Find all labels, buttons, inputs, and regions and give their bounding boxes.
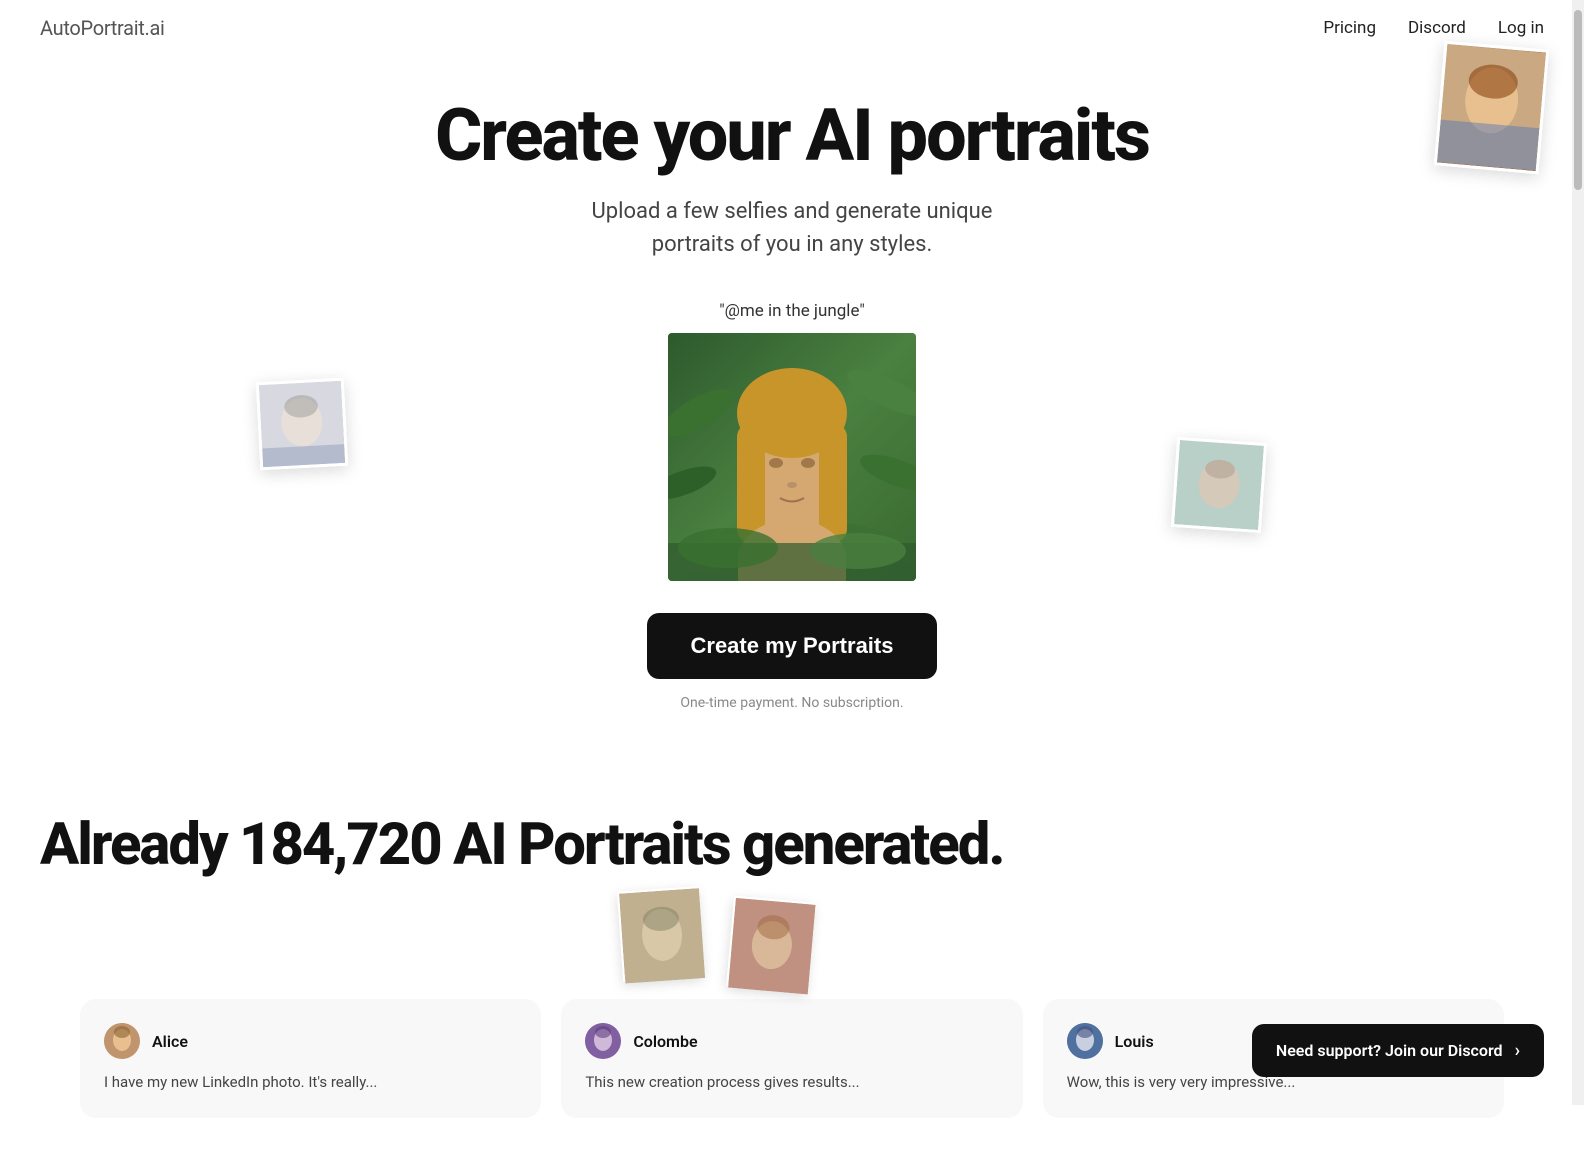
stats-title: Already 184,720 AI Portraits generated. [40, 811, 1544, 879]
nav-pricing[interactable]: Pricing [1323, 18, 1376, 38]
testimonial-louis-name: Louis [1115, 1032, 1154, 1051]
main-portrait [668, 333, 916, 581]
cta-subtext: One-time payment. No subscription. [680, 695, 903, 711]
testimonial-float-portrait-1 [617, 887, 703, 982]
testimonial-colombe-header: Colombe [585, 1023, 998, 1059]
scrollbar[interactable] [1572, 0, 1584, 1105]
discord-support-banner[interactable]: Need support? Join our Discord › [1252, 1024, 1544, 1077]
hero-subtitle: Upload a few selfies and generate unique… [20, 195, 1564, 261]
create-portraits-button[interactable]: Create my Portraits [647, 613, 938, 679]
nav-links: Pricing Discord Log in [1323, 18, 1544, 38]
nav-discord[interactable]: Discord [1408, 18, 1466, 38]
chevron-right-icon: › [1515, 1040, 1520, 1061]
hero-subtitle-line1: Upload a few selfies and generate unique [592, 199, 993, 224]
hero-section: Create your AI portraits Upload a few se… [0, 56, 1584, 771]
testimonial-alice-header: Alice [104, 1023, 517, 1059]
testimonial-float-portrait-2 [726, 896, 814, 993]
portrait-area: "@me in the jungle" [20, 301, 1564, 771]
testimonial-colombe: Colombe This new creation process gives … [561, 999, 1022, 1118]
testimonial-alice-name: Alice [152, 1032, 188, 1051]
logo[interactable]: AutoPortrait.ai [40, 16, 165, 40]
main-portrait-container [668, 333, 916, 581]
avatar-colombe [585, 1023, 621, 1059]
logo-text: AutoPortrait [40, 16, 145, 40]
hero-subtitle-line2: portraits of you in any styles. [652, 232, 933, 257]
testimonial-alice: Alice I have my new LinkedIn photo. It's… [80, 999, 541, 1118]
prompt-label: "@me in the jungle" [719, 301, 865, 321]
testimonial-alice-text: I have my new LinkedIn photo. It's reall… [104, 1071, 517, 1094]
avatar-alice [104, 1023, 140, 1059]
discord-banner-text: Need support? Join our Discord [1276, 1041, 1503, 1060]
logo-suffix: .ai [145, 16, 165, 40]
testimonial-colombe-name: Colombe [633, 1032, 697, 1051]
nav-login[interactable]: Log in [1498, 18, 1544, 38]
navbar: AutoPortrait.ai Pricing Discord Log in [0, 0, 1584, 56]
hero-title: Create your AI portraits [20, 96, 1564, 175]
testimonial-colombe-text: This new creation process gives results.… [585, 1071, 998, 1094]
avatar-louis [1067, 1023, 1103, 1059]
stats-section: Already 184,720 AI Portraits generated. [0, 771, 1584, 1168]
